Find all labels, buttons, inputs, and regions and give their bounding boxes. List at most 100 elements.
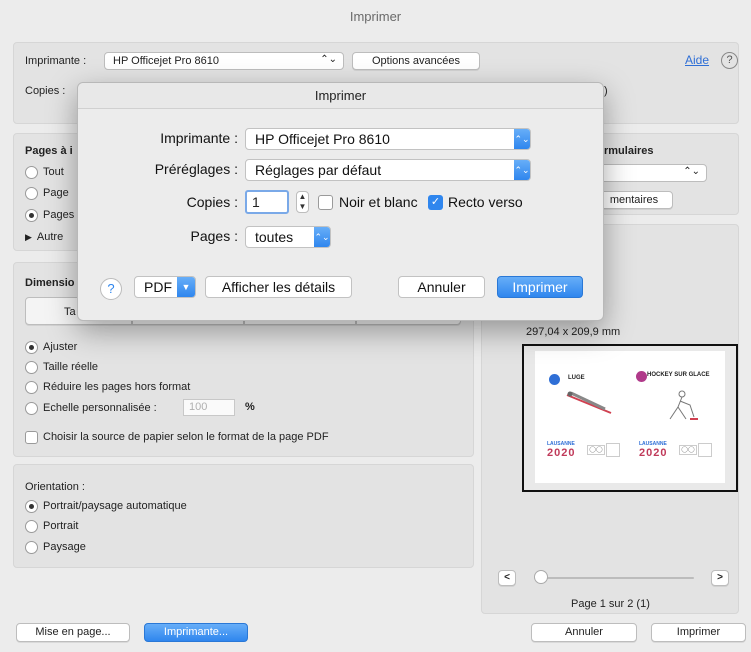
radio-button[interactable] (25, 360, 38, 374)
help-glyph: ? (107, 281, 115, 296)
help-link[interactable]: Aide (685, 53, 709, 67)
orientation-portrait-option[interactable]: Portrait (25, 517, 78, 535)
radio-label: Réduire les pages hors format (43, 381, 191, 393)
page-info: Page 1 sur 2 (1) (571, 598, 650, 610)
forms-select[interactable]: ⌃⌄ (595, 164, 707, 182)
next-page-button[interactable]: > (711, 570, 729, 586)
page-preview: LUGE HOCKEY SUR GLACE LAUSANNE 2020 ◯◯ L… (522, 344, 738, 492)
radio-button[interactable] (25, 519, 38, 533)
dialog-title: Imprimer (78, 83, 603, 109)
shrink-option[interactable]: Réduire les pages hors format (25, 378, 190, 396)
page-slider-knob[interactable] (534, 570, 548, 584)
printer-select-value: HP Officejet Pro 8610 (113, 55, 219, 67)
dialog-copies-input[interactable]: 1 (245, 190, 289, 214)
copies-suffix: ) (604, 85, 608, 97)
radio-button[interactable] (25, 186, 38, 200)
radio-label: Page (43, 187, 69, 199)
dialog-printer-select[interactable]: HP Officejet Pro 8610 ⌃⌄ (245, 128, 531, 150)
radio-label: Paysage (43, 541, 86, 553)
bw-label: Noir et blanc (339, 194, 418, 210)
dialog-print-button[interactable]: Imprimer (497, 276, 583, 298)
copies-stepper[interactable]: ▲ ▼ (296, 191, 309, 213)
chevron-updown-icon: ⌃⌄ (320, 54, 337, 65)
olympic-rings-icon: ◯◯ (587, 445, 605, 455)
paper-size-text: 297,04 x 209,9 mm (526, 326, 621, 338)
dialog-pages-select[interactable]: toutes ⌃⌄ (245, 226, 331, 248)
radio-button[interactable] (25, 540, 38, 554)
prev-page-button[interactable]: < (498, 570, 516, 586)
bw-checkbox-row[interactable]: Noir et blanc (318, 194, 418, 210)
radio-label: Tout (43, 166, 64, 178)
pages-option-all[interactable]: Tout (25, 163, 64, 181)
pages-option-page[interactable]: Page (25, 184, 69, 202)
hockey-pictogram (669, 390, 698, 420)
youth-games-mark (606, 443, 620, 457)
disclosure-label: Autre (36, 231, 64, 243)
pdf-menu-button[interactable]: PDF ▼ (134, 276, 196, 298)
dialog-presets-select[interactable]: Réglages par défaut ⌃⌄ (245, 159, 531, 181)
page-setup-button[interactable]: Mise en page... (16, 623, 130, 642)
dialog-cancel-button[interactable]: Annuler (398, 276, 485, 298)
radio-label: Taille réelle (43, 361, 99, 373)
youth-games-mark (698, 443, 712, 457)
printer-select[interactable]: HP Officejet Pro 8610 ⌃⌄ (104, 52, 344, 70)
custom-scale-option[interactable]: Echelle personnalisée : (25, 399, 157, 417)
radio-button[interactable] (25, 380, 38, 394)
dialog-pages-label: Pages : (190, 228, 238, 244)
radio-button[interactable] (25, 401, 38, 415)
year-text: 2020 (547, 447, 576, 459)
lausanne-logo-right: LAUSANNE 2020 (639, 441, 667, 459)
duplex-label: Recto verso (448, 194, 523, 210)
orientation-landscape-option[interactable]: Paysage (25, 538, 86, 556)
scale-input[interactable]: 100 (183, 399, 235, 416)
pages-other-disclosure[interactable]: ▶ Autre (25, 228, 63, 246)
duplex-checkbox-row[interactable]: ✓ Recto verso (428, 194, 523, 210)
year-text: 2020 (639, 447, 668, 459)
olympic-rings-icon: ◯◯ (679, 445, 697, 455)
tab-label: Ta (64, 306, 76, 318)
radio-button[interactable] (25, 165, 38, 179)
help-icon[interactable]: ? (721, 52, 738, 69)
printer-label: Imprimante : (25, 55, 87, 67)
advanced-options-button[interactable]: Options avancées (352, 52, 480, 70)
lausanne-logo-left: LAUSANNE 2020 (547, 441, 575, 459)
chevron-updown-icon: ⌃⌄ (683, 166, 700, 177)
paper-source-checkbox-row[interactable]: Choisir la source de papier selon le for… (25, 428, 329, 446)
scale-unit: % (245, 401, 255, 413)
dialog-copies-label: Copies : (186, 194, 238, 210)
dialog-presets-value: Réglages par défaut (255, 162, 382, 178)
fit-option[interactable]: Ajuster (25, 338, 77, 356)
chevron-down-icon: ▼ (177, 277, 195, 297)
pdf-label: PDF (144, 279, 172, 295)
bw-checkbox[interactable] (318, 194, 333, 210)
radio-label: Echelle personnalisée : (43, 402, 157, 414)
dialog-presets-label: Préréglages : (154, 161, 238, 177)
radio-button[interactable] (25, 208, 38, 222)
luge-pictogram (566, 391, 612, 414)
checkbox[interactable] (25, 430, 38, 444)
dimensions-heading: Dimensio (25, 277, 75, 289)
cancel-button[interactable]: Annuler (531, 623, 637, 642)
printer-button[interactable]: Imprimante... (144, 623, 248, 642)
actual-size-option[interactable]: Taille réelle (25, 358, 98, 376)
duplex-checkbox[interactable]: ✓ (428, 194, 443, 210)
scale-input-value: 100 (189, 401, 208, 413)
help-icon-glyph: ? (726, 54, 733, 66)
disclosure-triangle-icon[interactable]: ▶ (25, 232, 32, 243)
preview-page: LUGE HOCKEY SUR GLACE LAUSANNE 2020 ◯◯ L… (535, 351, 725, 483)
orientation-auto-option[interactable]: Portrait/paysage automatique (25, 497, 187, 515)
window-title: Imprimer (0, 0, 751, 34)
radio-button[interactable] (25, 340, 38, 354)
radio-label: Portrait/paysage automatique (43, 500, 187, 512)
pages-option-range[interactable]: Pages (25, 206, 74, 224)
page-slider-track[interactable] (539, 577, 694, 579)
dialog-pages-value: toutes (255, 229, 294, 245)
dialog-help-icon[interactable]: ? (100, 278, 122, 300)
hockey-label: HOCKEY SUR GLACE (647, 372, 710, 378)
orientation-heading: Orientation : (25, 481, 85, 493)
radio-button[interactable] (25, 499, 38, 513)
print-button[interactable]: Imprimer (651, 623, 746, 642)
forms-comments-button[interactable]: mentaires (595, 191, 673, 209)
chevron-updown-icon: ⌃⌄ (314, 227, 330, 247)
show-details-button[interactable]: Afficher les détails (205, 276, 352, 298)
